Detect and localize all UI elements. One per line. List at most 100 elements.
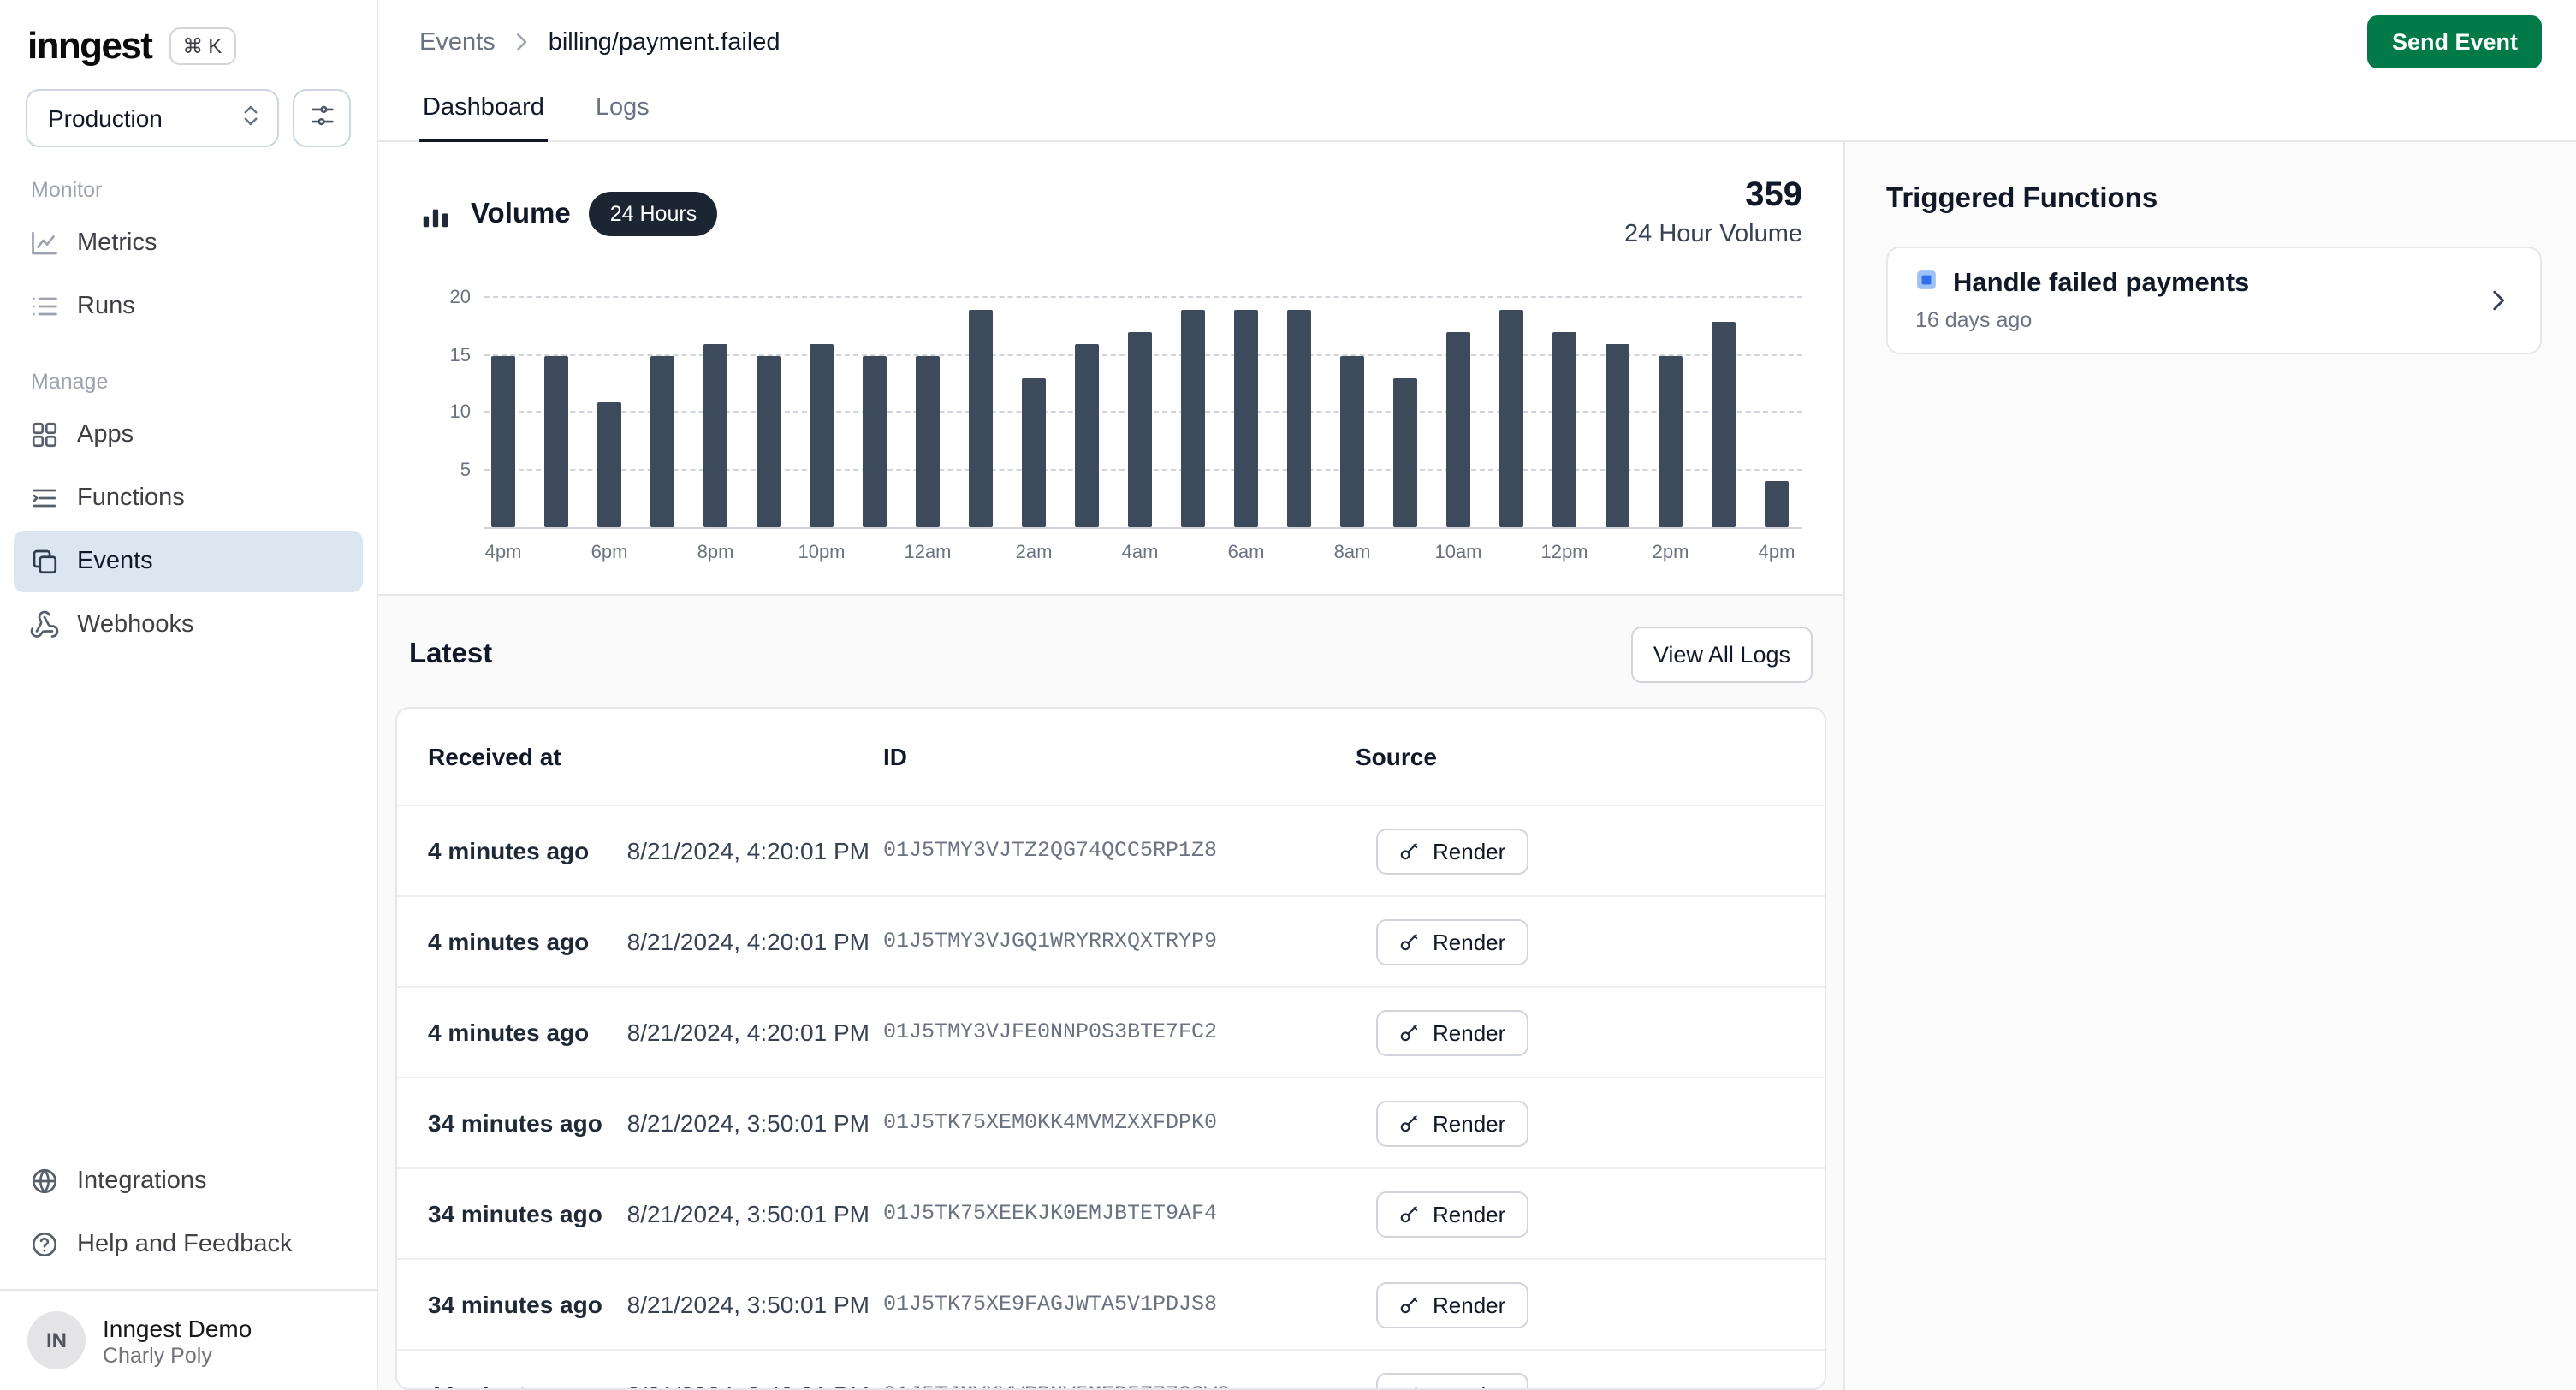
volume-bar[interactable] [757, 356, 781, 527]
column-header-id: ID [883, 743, 1356, 770]
volume-bar[interactable] [1234, 310, 1258, 527]
volume-bar[interactable] [1606, 344, 1629, 527]
volume-bar[interactable] [1552, 333, 1576, 527]
breadcrumb: Events billing/payment.failed [419, 28, 781, 56]
help-icon [29, 1229, 60, 1260]
x-axis-label: 8am [1334, 543, 1371, 563]
table-row[interactable]: 4 minutes ago8/21/2024, 4:20:01 PM 01J5T… [397, 986, 1825, 1077]
volume-bar[interactable] [1499, 310, 1523, 527]
sidebar-item-help-feedback[interactable]: Help and Feedback [14, 1214, 363, 1275]
function-card[interactable]: Handle failed payments 16 days ago [1886, 247, 2542, 354]
main-area: Events billing/payment.failed Send Event… [378, 0, 2576, 1390]
sidebar: inngest ⌘ K Production [0, 0, 378, 1390]
app-window: inngest ⌘ K Production [0, 0, 2576, 1390]
volume-bar[interactable] [1022, 378, 1046, 527]
source-render-button[interactable]: Render [1376, 828, 1528, 874]
table-row[interactable]: 34 minutes ago8/21/2024, 3:50:01 PM 01J5… [397, 1077, 1825, 1167]
view-all-logs-button[interactable]: View All Logs [1631, 627, 1813, 683]
volume-title: Volume [471, 198, 571, 230]
sidebar-item-runs[interactable]: Runs [14, 276, 363, 337]
sliders-icon [307, 101, 336, 135]
volume-chart-plot: 2015105 [484, 276, 1802, 529]
sidebar-item-webhooks[interactable]: Webhooks [14, 594, 363, 656]
section-heading-monitor: Monitor [0, 147, 377, 211]
volume-bar[interactable] [1659, 356, 1683, 527]
column-header-received-at: Received at [428, 743, 883, 770]
chevrons-up-down-icon [238, 103, 264, 134]
sidebar-item-integrations[interactable]: Integrations [14, 1150, 363, 1212]
event-id: 01J5TK75XEM0KK4MVMZXXFDPK0 [883, 1111, 1356, 1135]
x-axis-label: 6am [1228, 543, 1265, 563]
source-render-button[interactable]: Render [1376, 918, 1528, 965]
table-row[interactable]: 4 minutes ago8/21/2024, 4:20:01 PM 01J5T… [397, 895, 1825, 986]
source-render-button[interactable]: Render [1376, 1372, 1528, 1390]
sidebar-item-metrics[interactable]: Metrics [14, 212, 363, 274]
absolute-time: 8/21/2024, 4:20:01 PM [627, 928, 870, 955]
volume-bar[interactable] [863, 356, 887, 527]
x-axis-label: 10pm [798, 543, 845, 563]
x-axis-label: 2am [1016, 543, 1053, 563]
avatar: IN [27, 1311, 86, 1369]
volume-bar[interactable] [1181, 310, 1205, 527]
volume-bar[interactable] [650, 356, 674, 527]
source-render-button[interactable]: Render [1376, 1009, 1528, 1055]
volume-bar[interactable] [1446, 333, 1470, 527]
runs-icon [29, 291, 60, 322]
send-event-button[interactable]: Send Event [2368, 15, 2542, 68]
event-id: 01J5TMY3VJFE0NNP0S3BTE7FC2 [883, 1020, 1356, 1044]
user-menu[interactable]: IN Inngest Demo Charly Poly [0, 1289, 377, 1390]
relative-time: 4 minutes ago [428, 928, 589, 955]
function-icon [1915, 269, 1938, 300]
x-axis-label: 4pm [1759, 543, 1795, 563]
volume-bar[interactable] [916, 356, 940, 527]
volume-bar[interactable] [1393, 378, 1417, 527]
environment-selector[interactable]: Production [26, 89, 279, 147]
volume-bar[interactable] [1287, 310, 1311, 527]
volume-bar[interactable] [969, 310, 993, 527]
volume-bar[interactable] [491, 356, 515, 527]
function-name: Handle failed payments [1953, 269, 2249, 300]
absolute-time: 8/21/2024, 4:20:01 PM [627, 1019, 870, 1046]
volume-bar[interactable] [1128, 333, 1152, 527]
apps-icon [29, 419, 60, 450]
breadcrumb-events-link[interactable]: Events [419, 28, 496, 56]
volume-bar[interactable] [1712, 321, 1736, 527]
source-render-button[interactable]: Render [1376, 1100, 1528, 1146]
volume-bar[interactable] [1340, 356, 1364, 527]
table-row[interactable]: 4 minutes ago8/21/2024, 4:20:01 PM 01J5T… [397, 805, 1825, 895]
sidebar-item-functions[interactable]: Functions [14, 467, 363, 529]
time-range-badge[interactable]: 24 Hours [590, 192, 717, 236]
render-icon [1398, 1384, 1421, 1390]
tab-bar: Dashboard Logs [378, 79, 2576, 142]
source-render-button[interactable]: Render [1376, 1281, 1528, 1328]
source-render-button[interactable]: Render [1376, 1191, 1528, 1237]
volume-bar[interactable] [703, 344, 727, 527]
volume-bar[interactable] [597, 401, 621, 527]
absolute-time: 8/21/2024, 3:40:01 PM [627, 1381, 870, 1390]
volume-chart-bars [491, 276, 1802, 527]
sidebar-item-apps[interactable]: Apps [14, 404, 363, 466]
volume-bar[interactable] [1075, 344, 1099, 527]
bar-chart-icon [419, 198, 452, 230]
tab-logs[interactable]: Logs [592, 79, 653, 142]
y-axis-label: 15 [450, 346, 472, 366]
metrics-icon [29, 228, 60, 258]
sidebar-item-label: Functions [77, 484, 185, 512]
source-label: Render [1433, 838, 1505, 864]
volume-bar[interactable] [1765, 482, 1789, 527]
volume-bar[interactable] [544, 356, 568, 527]
table-row[interactable]: 34 minutes ago8/21/2024, 3:50:01 PM 01J5… [397, 1258, 1825, 1349]
sidebar-bottom: Integrations Help and Feedback IN Innges… [0, 1149, 377, 1390]
command-k-shortcut[interactable]: ⌘ K [169, 27, 235, 65]
volume-chart-xlabels: 4pm6pm8pm10pm12am2am4am6am8am10am12pm2pm… [484, 529, 1802, 570]
table-row[interactable]: 44 minutes ago8/21/2024, 3:40:01 PM 01J5… [397, 1349, 1825, 1390]
tab-dashboard[interactable]: Dashboard [419, 79, 548, 142]
volume-total: 359 [1624, 176, 1802, 216]
table-row[interactable]: 34 minutes ago8/21/2024, 3:50:01 PM 01J5… [397, 1167, 1825, 1258]
sidebar-item-events[interactable]: Events [14, 531, 363, 592]
volume-bar[interactable] [810, 344, 834, 527]
user-name: Inngest Demo [103, 1314, 252, 1341]
source-label: Render [1433, 1019, 1505, 1045]
environment-settings-button[interactable] [293, 89, 351, 147]
left-column: Volume 24 Hours 359 24 Hour Volume 20151… [378, 142, 1845, 1390]
